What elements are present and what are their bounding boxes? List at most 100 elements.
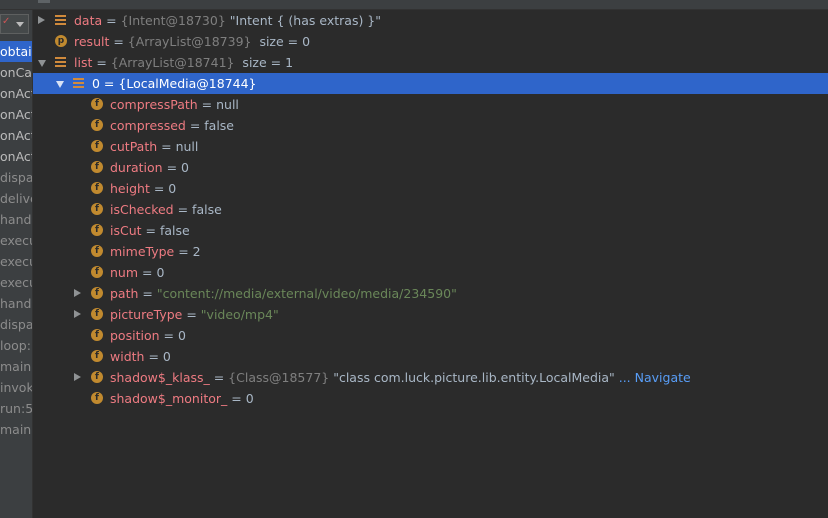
variable-text: compressPath = null (110, 94, 239, 115)
frame-item[interactable]: handl (0, 209, 32, 230)
variable-row[interactable]: f position = 0 (33, 325, 828, 346)
variable-row[interactable]: list = {ArrayList@18741} size = 1 (33, 52, 828, 73)
variable-text: compressed = false (110, 115, 234, 136)
frame-item[interactable]: onAct (0, 146, 32, 167)
variable-row[interactable]: f mimeType = 2 (33, 241, 828, 262)
frame-item[interactable]: execu (0, 230, 32, 251)
collapse-arrow-icon[interactable] (74, 310, 81, 318)
frame-item[interactable]: handl (0, 293, 32, 314)
variable-row[interactable]: f compressPath = null (33, 94, 828, 115)
equals-sign: = (159, 328, 178, 343)
variable-text: data = {Intent@18730} "Intent { (has ext… (74, 10, 381, 31)
variables-tree: data = {Intent@18730} "Intent { (has ext… (33, 10, 828, 409)
field-icon: f (91, 287, 103, 299)
variable-value: "video/mp4" (200, 307, 279, 322)
frame-item[interactable]: loop: (0, 335, 32, 356)
chevron-down-icon (16, 22, 24, 27)
equals-sign: = (182, 307, 201, 322)
frame-item[interactable]: obtai (0, 41, 32, 62)
equals-sign: = (173, 202, 193, 217)
field-icon: f (91, 140, 103, 152)
variable-value: false (204, 118, 235, 133)
variable-text: isChecked = false (110, 199, 222, 220)
frame-item[interactable]: onAct (0, 125, 32, 146)
variable-row[interactable]: data = {Intent@18730} "Intent { (has ext… (33, 10, 828, 31)
object-reference: {Intent@18730} (120, 13, 226, 28)
field-icon: f (91, 308, 103, 320)
variable-value: false (192, 202, 222, 217)
equals-sign: = (138, 286, 157, 301)
variable-value: 0 (168, 181, 177, 196)
navigate-link[interactable]: ... Navigate (615, 370, 691, 385)
equals-sign: = (149, 181, 169, 196)
variable-name: compressed (110, 118, 186, 133)
variable-text: height = 0 (110, 178, 176, 199)
variable-text: mimeType = 2 (110, 241, 201, 262)
variable-name: shadow$_klass_ (110, 370, 210, 385)
frame-item[interactable]: main: (0, 419, 32, 440)
variable-row[interactable]: f width = 0 (33, 346, 828, 367)
equals-sign: = (99, 76, 119, 91)
collapse-arrow-icon[interactable] (74, 373, 81, 381)
collapse-arrow-icon[interactable] (74, 289, 81, 297)
variable-row[interactable]: f num = 0 (33, 262, 828, 283)
frame-item[interactable]: delive (0, 188, 32, 209)
variable-row[interactable]: 0 = {LocalMedia@18744} (33, 73, 828, 94)
variable-value: 0 (181, 160, 189, 175)
variable-name: data (74, 13, 103, 28)
variable-row[interactable]: f shadow$_klass_ = {Class@18577} "class c… (33, 367, 828, 388)
thread-selector-dropdown[interactable]: ✓ (0, 14, 29, 34)
field-icon: f (91, 392, 103, 404)
variable-value: 0 (245, 391, 254, 406)
field-icon: f (91, 224, 103, 236)
variable-value: 0 (162, 349, 171, 364)
variable-row[interactable]: f isCut = false (33, 220, 828, 241)
variable-text: pictureType = "video/mp4" (110, 304, 279, 325)
variable-name: height (110, 181, 150, 196)
expand-arrow-icon[interactable] (38, 60, 46, 67)
variable-name: list (74, 55, 93, 70)
expand-arrow-icon[interactable] (56, 81, 64, 88)
variable-row[interactable]: p result = {ArrayList@18739} size = 0 (33, 31, 828, 52)
equals-sign: = (157, 139, 176, 154)
frame-item[interactable]: run:5 (0, 398, 32, 419)
frame-item[interactable]: dispa (0, 314, 32, 335)
frame-item[interactable]: onAct (0, 104, 32, 125)
variable-text: cutPath = null (110, 136, 198, 157)
frame-item[interactable]: invok (0, 377, 32, 398)
variable-value: "content://media/external/video/media/23… (156, 286, 457, 301)
equals-sign: = (102, 13, 121, 28)
field-icon: f (91, 245, 103, 257)
frame-item[interactable]: onCa (0, 62, 32, 83)
field-icon: f (91, 329, 103, 341)
variable-text: list = {ArrayList@18741} size = 1 (74, 52, 293, 73)
variable-row[interactable]: f compressed = false (33, 115, 828, 136)
equals-sign: = (109, 34, 128, 49)
variable-row[interactable]: f isChecked = false (33, 199, 828, 220)
frame-item[interactable]: execu (0, 272, 32, 293)
variable-name: path (110, 286, 139, 301)
frame-item[interactable]: execu (0, 251, 32, 272)
field-icon: f (91, 182, 103, 194)
variable-row[interactable]: f shadow$_monitor_ = 0 (33, 388, 828, 409)
frame-item[interactable]: main: (0, 356, 32, 377)
frame-item[interactable]: dispa (0, 167, 32, 188)
variable-text: isCut = false (110, 220, 190, 241)
variable-row[interactable]: f height = 0 (33, 178, 828, 199)
variable-row[interactable]: f duration = 0 (33, 157, 828, 178)
object-reference: {LocalMedia@18744} (118, 76, 257, 91)
variable-row[interactable]: f cutPath = null (33, 136, 828, 157)
variable-text: position = 0 (110, 325, 186, 346)
variable-value: size = 1 (234, 55, 294, 70)
object-reference: {Class@18577} (228, 370, 330, 385)
variable-name: isChecked (110, 202, 174, 217)
variable-name: pictureType (110, 307, 183, 322)
object-variable-icon (55, 57, 66, 68)
variable-row[interactable]: f path = "content://media/external/video/… (33, 283, 828, 304)
collapse-arrow-icon[interactable] (38, 16, 45, 24)
variable-name: mimeType (110, 244, 175, 259)
variable-row[interactable]: f pictureType = "video/mp4" (33, 304, 828, 325)
toolbar-strip (0, 0, 828, 10)
variable-name: shadow$_monitor_ (110, 391, 228, 406)
frame-item[interactable]: onAct (0, 83, 32, 104)
